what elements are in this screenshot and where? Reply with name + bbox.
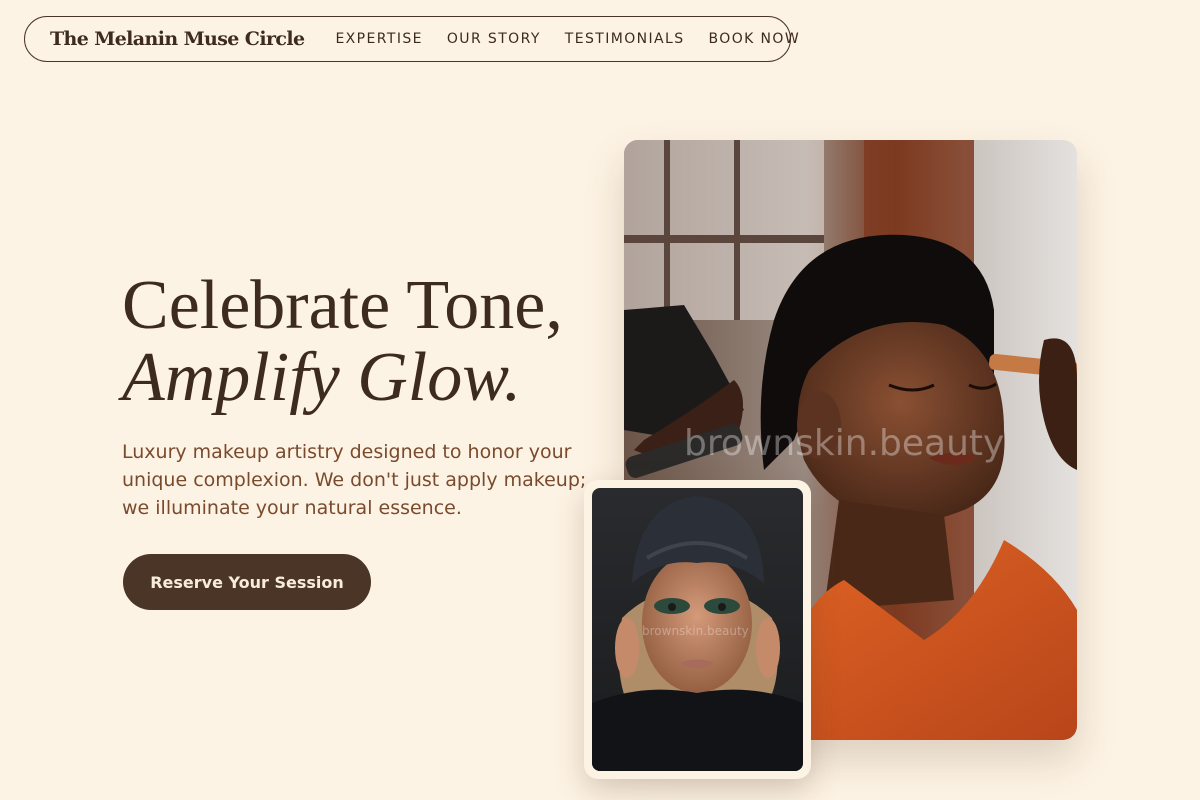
hero-subtitle: Luxury makeup artistry designed to honor… (122, 441, 587, 519)
nav-link-book-now[interactable]: BOOK NOW (709, 31, 801, 47)
small-photo-watermark: brownskin.beauty (642, 624, 749, 638)
hero-title-line1: Celebrate Tone, (122, 267, 563, 344)
hero-small-photo-frame: brownskin.beauty (584, 480, 811, 779)
landing-page: The Melanin Muse Circle EXPERTISE OUR ST… (0, 0, 1200, 800)
hero-title: Celebrate Tone, Amplify Glow. (122, 270, 563, 414)
nav-links: EXPERTISE OUR STORY TESTIMONIALS BOOK NO… (335, 31, 800, 47)
hero-small-photo: brownskin.beauty (592, 488, 803, 771)
nav-link-our-story[interactable]: OUR STORY (447, 31, 541, 47)
top-navigation: The Melanin Muse Circle EXPERTISE OUR ST… (24, 16, 799, 62)
nav-link-expertise[interactable]: EXPERTISE (335, 31, 422, 47)
hero-title-line2: Amplify Glow. (122, 339, 522, 416)
nav-link-testimonials[interactable]: TESTIMONIALS (565, 31, 685, 47)
brand-logo[interactable]: The Melanin Muse Circle (50, 28, 305, 50)
small-photo-illustration: brownskin.beauty (592, 488, 803, 771)
main-photo-watermark: brownskin.beauty (684, 423, 1004, 464)
reserve-session-button[interactable]: Reserve Your Session (123, 554, 371, 610)
